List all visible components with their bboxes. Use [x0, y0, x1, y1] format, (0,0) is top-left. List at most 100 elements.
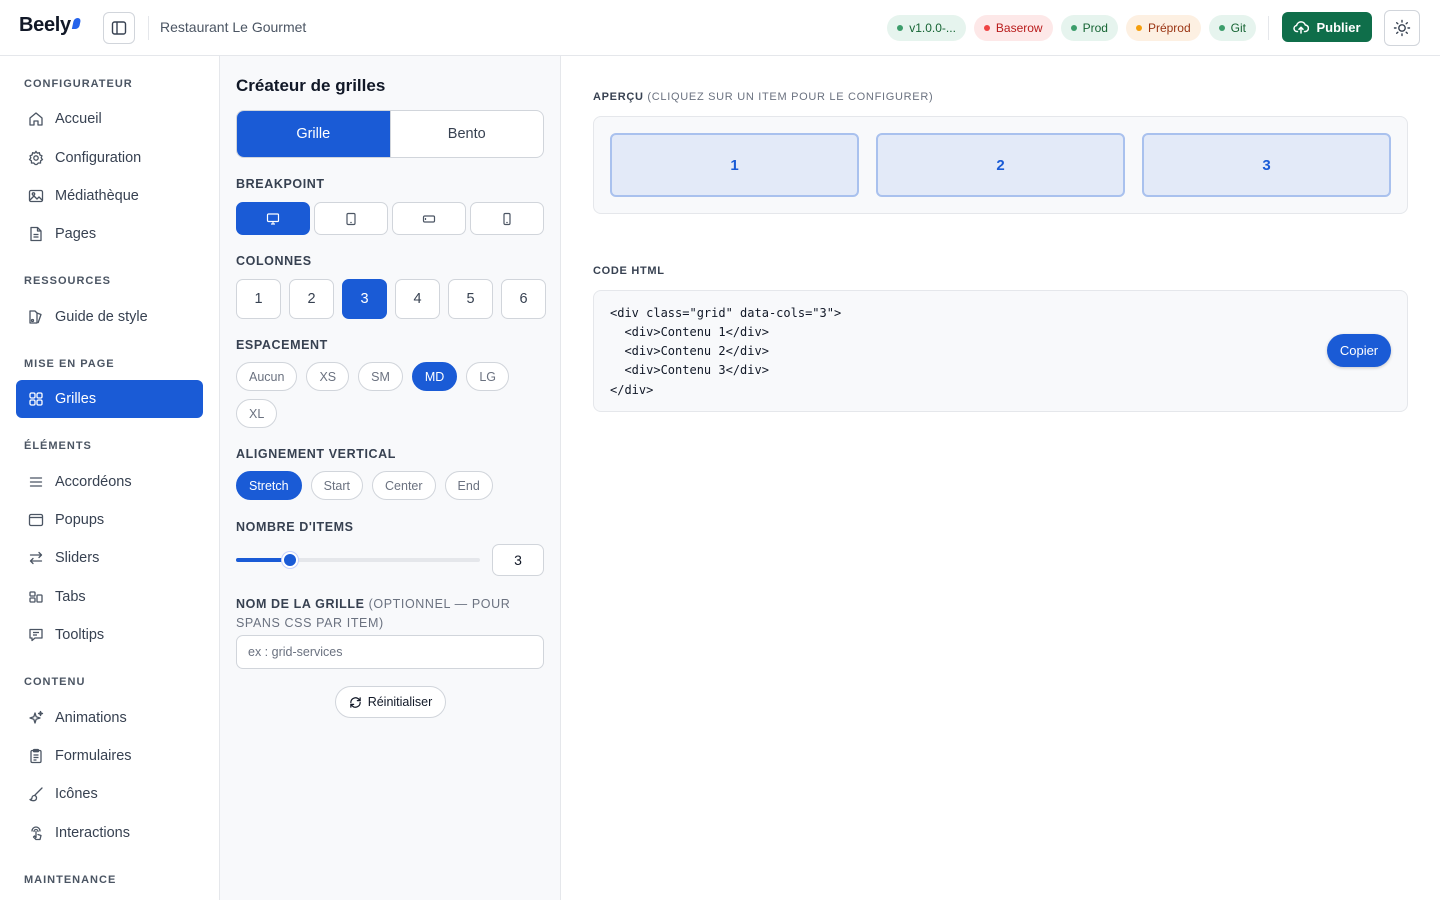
window-icon — [28, 513, 44, 527]
publish-label: Publier — [1316, 19, 1361, 35]
spacing-lg-button[interactable]: LG — [466, 362, 510, 391]
sparkles-icon — [29, 710, 44, 724]
sidebar-toggle-button[interactable] — [103, 12, 135, 44]
publish-button[interactable]: Publier — [1282, 12, 1372, 42]
columns-label: COLONNES — [236, 254, 312, 268]
sidebar-item-label: Accordéons — [55, 474, 132, 490]
columns-4-button[interactable]: 4 — [395, 279, 440, 319]
sidebar-item-sliders[interactable]: Sliders — [16, 539, 203, 577]
breakpoint-tablet-landscape-button[interactable] — [392, 202, 466, 235]
brand-mark-icon — [71, 18, 82, 29]
align-selector: Stretch Start Center End — [236, 471, 546, 500]
badge-git[interactable]: Git — [1208, 15, 1256, 41]
columns-2-button[interactable]: 2 — [289, 279, 334, 319]
sidebar-item-label: Popups — [55, 512, 105, 528]
brand-logo[interactable]: Beely — [19, 14, 82, 37]
status-dot-icon — [1218, 25, 1225, 31]
spacing-xl-button[interactable]: XL — [236, 399, 278, 428]
mode-grille-button[interactable]: Grille — [237, 111, 390, 157]
code-line: <div>Contenu 2</div> — [610, 344, 769, 358]
grid-name-input[interactable] — [236, 635, 544, 669]
breakpoint-mobile-button[interactable] — [470, 202, 544, 235]
grid-preview: 1 2 3 — [593, 116, 1408, 214]
section-mise-en-page: MISE EN PAGE — [24, 358, 115, 370]
sidebar-item-mediatheque[interactable]: Médiathèque — [16, 177, 203, 215]
sidebar-item-label: Sliders — [55, 550, 100, 566]
mobile-icon — [503, 212, 511, 225]
preview-item-2[interactable]: 2 — [876, 133, 1125, 197]
grid-builder-panel: Créateur de grilles Grille Bento BREAKPO… — [220, 56, 561, 900]
message-square-icon — [29, 628, 43, 642]
breakpoint-desktop-button[interactable] — [236, 202, 310, 235]
spacing-label: ESPACEMENT — [236, 338, 328, 352]
preview-item-1[interactable]: 1 — [610, 133, 859, 197]
file-icon — [30, 226, 42, 242]
tablet-landscape-icon — [422, 214, 436, 223]
spacing-sm-button[interactable]: SM — [358, 362, 403, 391]
slider-thumb[interactable] — [281, 552, 298, 568]
html-code-block: <div class="grid" data-cols="3"> <div>Co… — [593, 290, 1408, 412]
sidebar-item-tooltips[interactable]: Tooltips — [16, 616, 203, 654]
badge-version[interactable]: v1.0.0-... — [887, 15, 966, 41]
preview-item-3[interactable]: 3 — [1142, 133, 1391, 197]
header-divider — [148, 16, 149, 40]
sidebar-item-label: Configuration — [55, 150, 142, 166]
preview-label: APERÇU (CLIQUEZ SUR UN ITEM POUR LE CONF… — [593, 91, 933, 103]
sidebar-item-pages[interactable]: Pages — [16, 215, 203, 253]
items-count-slider[interactable] — [236, 552, 480, 568]
columns-1-button[interactable]: 1 — [236, 279, 281, 319]
sidebar-item-label: Tabs — [55, 589, 86, 605]
header-divider — [1268, 16, 1269, 40]
reset-button[interactable]: Réinitialiser — [335, 686, 446, 718]
sidebar-item-label: Interactions — [55, 825, 130, 841]
code-line: <div>Contenu 3</div> — [610, 363, 769, 377]
badge-prod[interactable]: Prod — [1060, 15, 1118, 41]
sidebar-item-label: Guide de style — [55, 309, 148, 325]
badge-preprod[interactable]: Préprod — [1125, 15, 1201, 41]
theme-toggle-button[interactable] — [1384, 10, 1420, 46]
align-start-button[interactable]: Start — [310, 471, 364, 500]
breakpoint-tablet-button[interactable] — [314, 202, 388, 235]
align-end-button[interactable]: End — [444, 471, 493, 500]
env-badges: v1.0.0-... Baserow Prod Préprod Git — [887, 15, 1256, 41]
sidebar-item-tabs[interactable]: Tabs — [16, 578, 203, 616]
badge-baserow[interactable]: Baserow — [973, 15, 1053, 41]
items-count-input[interactable]: 3 — [492, 544, 544, 576]
badge-label: Git — [1230, 21, 1246, 35]
columns-3-button[interactable]: 3 — [342, 279, 387, 319]
sidebar-item-configuration[interactable]: Configuration — [16, 139, 203, 177]
sidebar-item-grilles[interactable]: Grilles — [16, 380, 203, 418]
sidebar-item-guide-style[interactable]: Guide de style — [16, 298, 203, 336]
pointer-tap-icon — [31, 826, 42, 841]
spacing-md-button[interactable]: MD — [411, 362, 458, 391]
badge-label: Prod — [1082, 21, 1108, 35]
tabs-icon — [29, 591, 43, 603]
copy-button[interactable]: Copier — [1327, 334, 1391, 367]
columns-6-button[interactable]: 6 — [501, 279, 546, 319]
breakpoint-label: BREAKPOINT — [236, 177, 325, 191]
section-contenu: CONTENU — [24, 676, 86, 688]
sidebar-item-accordeons[interactable]: Accordéons — [16, 463, 203, 501]
sidebar-item-animations[interactable]: Animations — [16, 699, 203, 737]
sidebar-item-label: Icônes — [55, 786, 98, 802]
status-dot-icon — [1070, 25, 1077, 31]
badge-label: Baserow — [995, 21, 1043, 35]
site-name: Restaurant Le Gourmet — [160, 19, 307, 35]
align-label: ALIGNEMENT VERTICAL — [236, 447, 397, 461]
arrows-swap-icon — [29, 551, 43, 565]
sidebar-item-popups[interactable]: Popups — [16, 501, 203, 539]
align-stretch-button[interactable]: Stretch — [236, 471, 302, 500]
spacing-xs-button[interactable]: XS — [306, 362, 350, 391]
sidebar-item-interactions[interactable]: Interactions — [16, 814, 203, 852]
spacing-selector: Aucun XS SM MD LG XL — [236, 362, 546, 428]
section-maintenance: MAINTENANCE — [24, 874, 117, 886]
spacing-aucun-button[interactable]: Aucun — [236, 362, 298, 391]
refresh-icon — [349, 696, 361, 708]
columns-5-button[interactable]: 5 — [448, 279, 493, 319]
mode-bento-button[interactable]: Bento — [389, 111, 544, 157]
sidebar: CONFIGURATEUR Accueil Configuration Médi… — [0, 56, 220, 900]
sidebar-item-accueil[interactable]: Accueil — [16, 100, 203, 138]
align-center-button[interactable]: Center — [372, 471, 436, 500]
sidebar-item-icones[interactable]: Icônes — [16, 775, 203, 813]
sidebar-item-formulaires[interactable]: Formulaires — [16, 737, 203, 775]
